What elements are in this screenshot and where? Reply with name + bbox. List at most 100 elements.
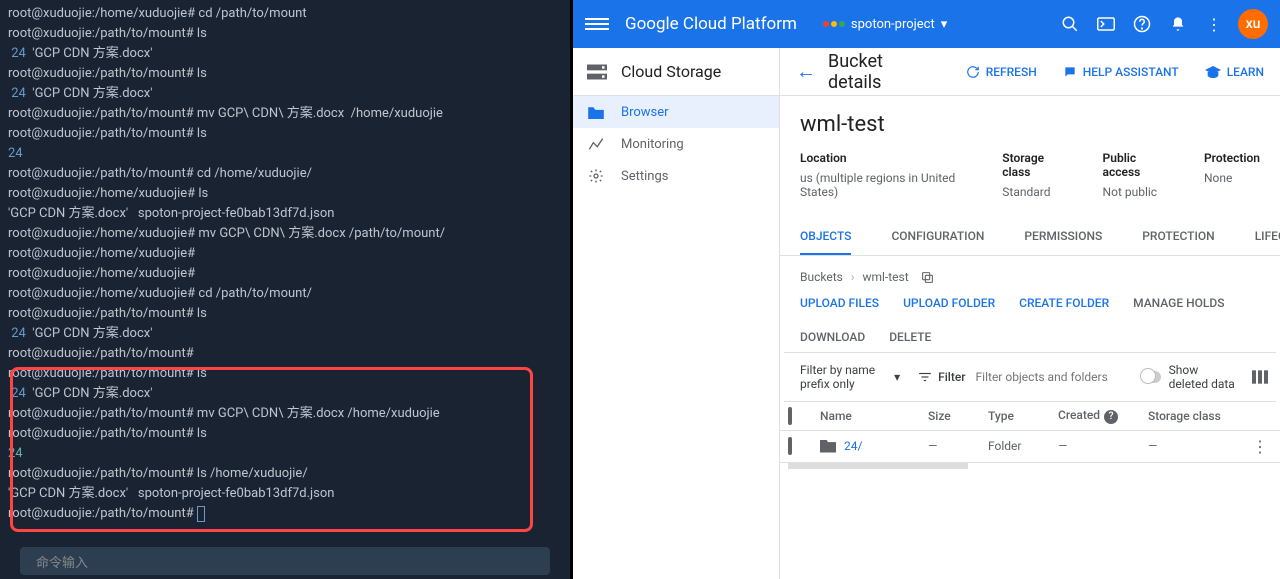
gcp-header: Google Cloud Platform spoton-project ▾ ⋮… <box>573 0 1280 48</box>
delete-button[interactable]: DELETE <box>889 330 931 344</box>
dropdown-icon: ▾ <box>941 17 948 32</box>
breadcrumb-current: wml-test <box>862 270 908 284</box>
col-created: Created? <box>1058 408 1148 424</box>
protection-value: None <box>1204 171 1260 185</box>
location-value: us (multiple regions in United States) <box>800 171 962 199</box>
filter-bar: Filter by name prefix only ▾ Filter Show… <box>784 352 1276 402</box>
row-more-icon[interactable]: ⋮ <box>1248 437 1272 456</box>
object-type: Folder <box>988 439 1058 453</box>
cloud-shell-icon[interactable] <box>1094 12 1118 36</box>
row-checkbox[interactable] <box>788 437 792 455</box>
columns-icon[interactable] <box>1252 370 1268 384</box>
tab-protection[interactable]: PROTECTION <box>1142 219 1214 255</box>
sidebar-item-label: Settings <box>621 169 668 184</box>
tab-objects[interactable]: OBJECTS <box>800 219 851 255</box>
col-storage: Storage class <box>1148 409 1248 423</box>
gcp-console-pane: Google Cloud Platform spoton-project ▾ ⋮… <box>573 0 1280 579</box>
project-selector[interactable]: spoton-project ▾ <box>813 11 957 38</box>
refresh-icon <box>966 65 980 79</box>
browser-icon <box>587 106 605 119</box>
page-title: Bucket details <box>828 51 940 93</box>
sidebar-header: Cloud Storage <box>573 48 779 96</box>
object-storage: — <box>1148 439 1248 453</box>
terminal-input-placeholder: 命令输入 <box>36 552 88 571</box>
gcp-logo: Google Cloud Platform <box>625 14 797 34</box>
object-name: 24/ <box>844 439 862 453</box>
project-dots-icon <box>823 21 845 27</box>
refresh-button[interactable]: REFRESH <box>966 65 1037 79</box>
terminal-output: root@xuduojie:/home/xuduojie# cd /path/t… <box>0 0 570 528</box>
manage-holds-button[interactable]: MANAGE HOLDS <box>1133 296 1224 310</box>
monitoring-icon <box>587 137 605 151</box>
help-icon[interactable] <box>1130 12 1154 36</box>
terminal-pane: root@xuduojie:/home/xuduojie# cd /path/t… <box>0 0 570 579</box>
cloud-storage-icon <box>587 64 607 80</box>
table-header: Name Size Type Created? Storage class <box>780 402 1280 431</box>
sidebar-title: Cloud Storage <box>621 62 721 81</box>
location-label: Location <box>800 151 962 165</box>
help-assistant-button[interactable]: HELP ASSISTANT <box>1063 65 1179 79</box>
sidebar-item-label: Browser <box>621 105 669 120</box>
horizontal-scrollbar[interactable] <box>788 463 968 469</box>
notifications-icon[interactable] <box>1166 12 1190 36</box>
filter-input[interactable] <box>976 370 1132 384</box>
folder-icon <box>820 440 836 453</box>
help-icon[interactable]: ? <box>1104 410 1118 424</box>
public-access-label: Public access <box>1103 151 1164 179</box>
tab-lifecycle[interactable]: LIFECYCLE <box>1255 219 1280 255</box>
tab-configuration[interactable]: CONFIGURATION <box>891 219 984 255</box>
select-all-checkbox[interactable] <box>788 407 792 425</box>
protection-label: Protection <box>1204 151 1260 165</box>
download-button[interactable]: DOWNLOAD <box>800 330 865 344</box>
search-icon[interactable] <box>1058 12 1082 36</box>
col-name: Name <box>820 409 928 423</box>
user-avatar[interactable]: xu <box>1238 9 1268 39</box>
main-header: ← Bucket details REFRESH HELP ASSISTANT … <box>780 48 1280 96</box>
bucket-tabs: OBJECTS CONFIGURATION PERMISSIONS PROTEC… <box>780 219 1280 256</box>
upload-folder-button[interactable]: UPLOAD FOLDER <box>903 296 995 310</box>
learn-button[interactable]: LEARN <box>1205 65 1264 79</box>
show-deleted-label: Show deleted data <box>1169 363 1236 391</box>
upload-files-button[interactable]: UPLOAD FILES <box>800 296 879 310</box>
public-access-value: Not public <box>1103 185 1164 199</box>
copy-icon[interactable] <box>921 271 934 284</box>
gcp-sidebar: Cloud Storage Browser Monitoring Setting… <box>573 48 780 579</box>
show-deleted-toggle[interactable]: Show deleted data <box>1142 363 1236 391</box>
object-created: — <box>1058 439 1148 453</box>
create-folder-button[interactable]: CREATE FOLDER <box>1019 296 1109 310</box>
breadcrumb-root[interactable]: Buckets <box>800 270 843 284</box>
breadcrumb: Buckets › wml-test <box>780 256 1280 288</box>
col-type: Type <box>988 409 1058 423</box>
chevron-right-icon: › <box>851 270 855 284</box>
bucket-meta: Location us (multiple regions in United S… <box>800 151 1260 199</box>
menu-icon[interactable] <box>585 18 609 30</box>
settings-icon <box>587 168 605 184</box>
col-size: Size <box>928 409 988 423</box>
bucket-name: wml-test <box>800 112 1260 137</box>
sidebar-item-monitoring[interactable]: Monitoring <box>573 128 779 160</box>
table-row[interactable]: 24/ — Folder — — ⋮ <box>780 431 1280 463</box>
dropdown-icon: ▾ <box>894 370 900 384</box>
filter-button[interactable]: Filter <box>918 370 965 384</box>
bucket-info: wml-test Location us (multiple regions in… <box>780 96 1280 219</box>
objects-table: Name Size Type Created? Storage class 24… <box>780 402 1280 469</box>
storage-class-label: Storage class <box>1002 151 1062 179</box>
back-arrow-icon[interactable]: ← <box>796 59 816 84</box>
object-size: — <box>928 439 988 453</box>
terminal-command-input[interactable]: 命令输入 <box>20 547 550 575</box>
sidebar-item-browser[interactable]: Browser <box>573 96 779 128</box>
chat-icon <box>1063 65 1077 79</box>
project-name: spoton-project <box>851 17 935 32</box>
sidebar-item-settings[interactable]: Settings <box>573 160 779 192</box>
gcp-main: ← Bucket details REFRESH HELP ASSISTANT … <box>780 48 1280 579</box>
more-icon[interactable]: ⋮ <box>1202 12 1226 36</box>
filter-icon <box>918 371 932 383</box>
gcp-body: Cloud Storage Browser Monitoring Setting… <box>573 48 1280 579</box>
learn-icon <box>1205 66 1221 78</box>
bucket-actions: UPLOAD FILES UPLOAD FOLDER CREATE FOLDER… <box>780 288 1280 352</box>
object-name-cell[interactable]: 24/ <box>820 439 928 453</box>
sidebar-item-label: Monitoring <box>621 137 684 152</box>
filter-prefix-dropdown[interactable]: Filter by name prefix only ▾ <box>792 359 908 395</box>
storage-class-value: Standard <box>1002 185 1062 199</box>
tab-permissions[interactable]: PERMISSIONS <box>1024 219 1102 255</box>
